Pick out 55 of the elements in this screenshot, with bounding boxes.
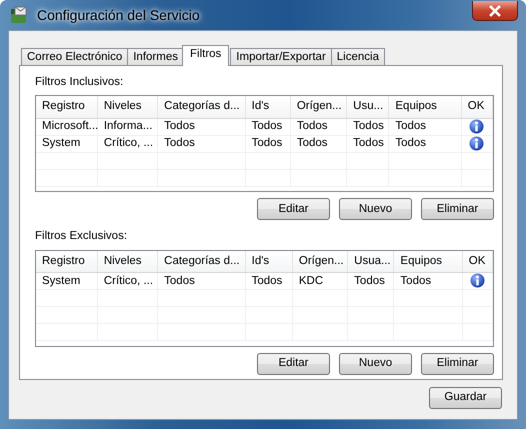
table-cell: Todos [245, 118, 290, 136]
edit-button[interactable]: Editar [257, 352, 330, 374]
table-cell: Todos [290, 118, 347, 136]
table-cell: Crítico, ... [97, 272, 158, 290]
column-header[interactable]: Usua... [348, 250, 394, 272]
table-cell: Todos [245, 272, 292, 290]
column-header[interactable]: Categorías d... [158, 250, 246, 272]
table-cell: Todos [158, 135, 246, 152]
table-cell: System [36, 135, 98, 152]
column-header[interactable]: OK [462, 250, 492, 272]
tab[interactable]: Licencia [330, 48, 385, 66]
delete-button[interactable]: Eliminar [421, 352, 494, 374]
tab[interactable]: Informes [127, 48, 184, 66]
tab[interactable]: Importar/Exportar [230, 48, 332, 66]
column-header[interactable]: Registro [36, 250, 98, 272]
column-header[interactable]: Orígen... [290, 96, 347, 118]
close-button[interactable] [472, 1, 518, 21]
column-header[interactable]: Id's [245, 96, 290, 118]
app-icon [10, 6, 28, 24]
new-button[interactable]: Nuevo [339, 198, 412, 220]
section-label: Filtros Inclusivos: [35, 75, 124, 90]
table-cell: Todos [388, 135, 462, 152]
table-cell: Todos [158, 118, 246, 136]
column-header[interactable]: Usu... [346, 96, 389, 118]
column-header[interactable]: Equipos [394, 250, 462, 272]
column-header[interactable]: Niveles [97, 96, 158, 118]
new-button[interactable]: Nuevo [339, 352, 412, 374]
save-button[interactable]: Guardar [429, 387, 502, 409]
table-cell: Crítico, ... [97, 135, 158, 152]
tab[interactable]: Filtros [182, 45, 230, 66]
table-cell: Todos [158, 272, 246, 290]
table-cell: System [36, 272, 98, 290]
window-title: Configuración del Servicio [36, 6, 201, 25]
table-cell: Todos [346, 135, 389, 152]
table-cell: Microsoft... [36, 118, 98, 136]
table-cell: Todos [394, 272, 462, 290]
column-header[interactable]: Equipos [388, 96, 462, 118]
table-cell: Todos [290, 135, 347, 152]
column-header[interactable]: Orígen... [292, 250, 348, 272]
edit-button[interactable]: Editar [257, 198, 330, 220]
section-label: Filtros Exclusivos: [35, 229, 128, 244]
tab[interactable]: Correo Electrónico [21, 48, 128, 66]
column-header[interactable]: OK [461, 96, 492, 118]
column-header[interactable]: Niveles [97, 250, 158, 272]
table-cell: Todos [245, 135, 290, 152]
table-cell: Todos [346, 118, 389, 136]
close-icon [488, 4, 502, 16]
table-cell: Todos [348, 272, 394, 290]
table-cell: Todos [388, 118, 462, 136]
column-header[interactable]: Registro [36, 96, 98, 118]
table-cell: KDC [292, 272, 348, 290]
table-cell: Informa... [97, 118, 158, 136]
column-header[interactable]: Id's [245, 250, 292, 272]
delete-button[interactable]: Eliminar [421, 198, 494, 220]
column-header[interactable]: Categorías d... [158, 96, 246, 118]
